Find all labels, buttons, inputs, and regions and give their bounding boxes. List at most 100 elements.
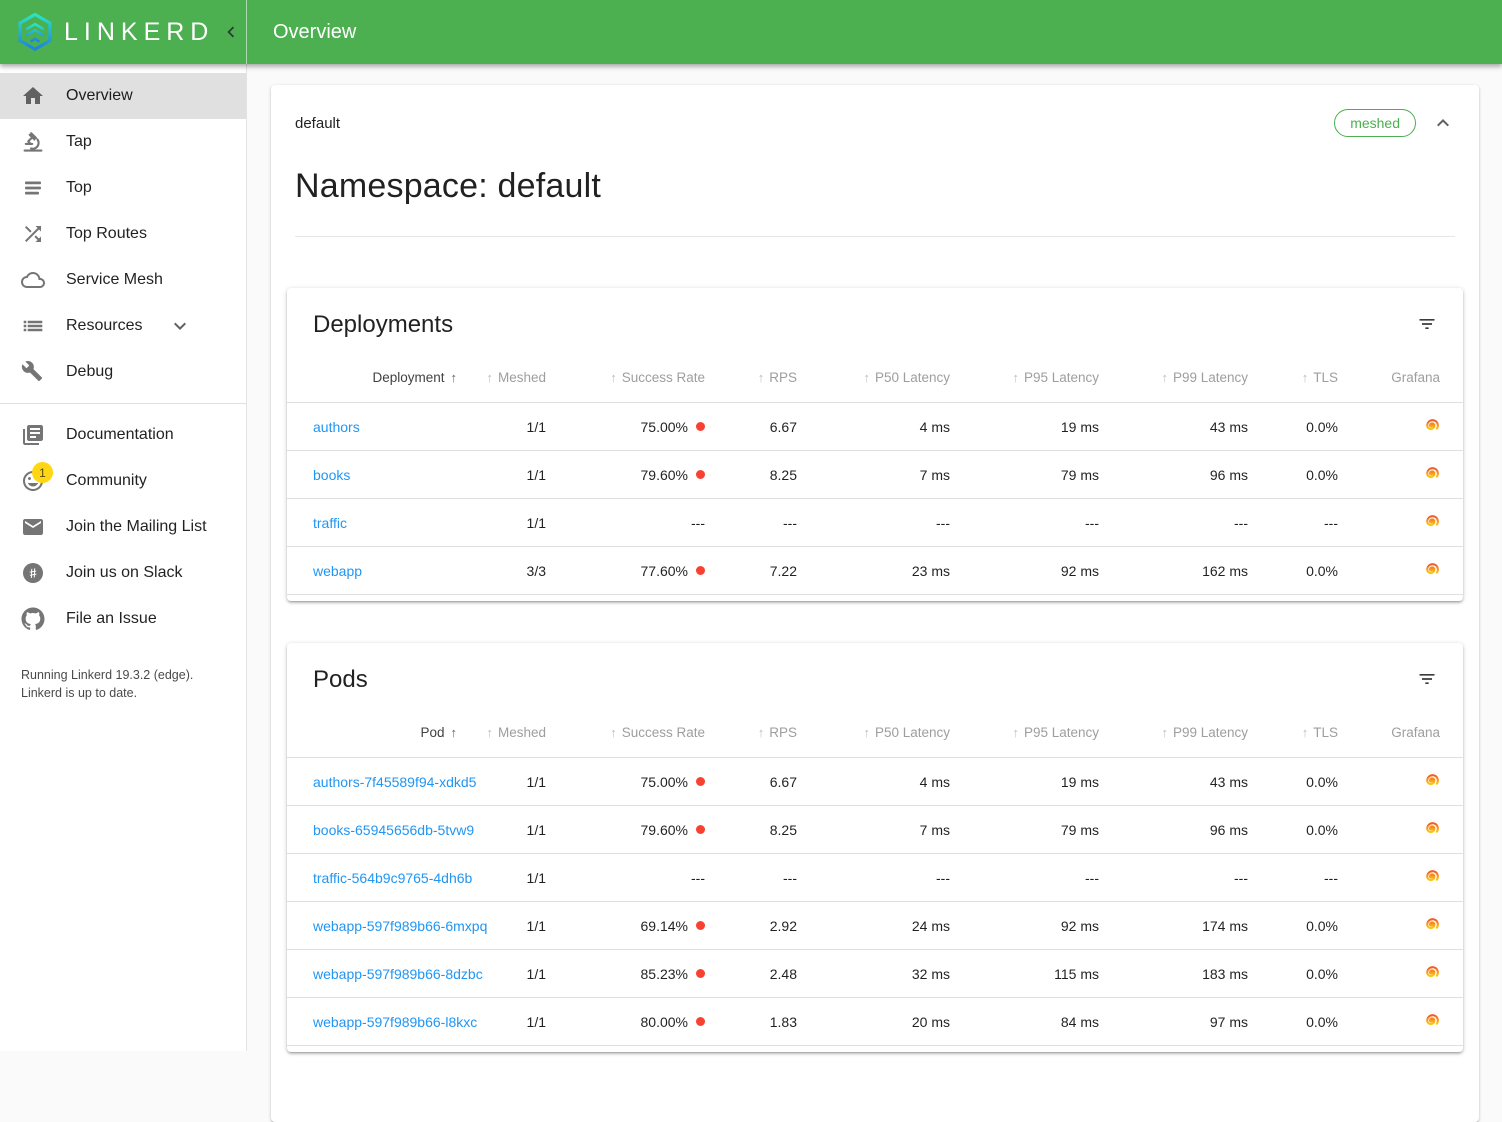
pods-card: Pods ↑Pod↑ — [287, 643, 1463, 1052]
sidebar-item-top-routes[interactable]: Top Routes — [0, 211, 246, 257]
meshed-cell: 1/1 — [457, 499, 546, 547]
filter-icon[interactable] — [1417, 669, 1437, 689]
column-header[interactable]: ↑RPS↑ — [705, 705, 797, 758]
resource-link[interactable]: webapp — [313, 563, 362, 579]
column-header[interactable]: ↑Deployment↑ — [287, 350, 457, 403]
sort-arrow-icon: ↑ — [863, 370, 870, 385]
sort-arrow-icon: ↑ — [758, 725, 765, 740]
table-row: webapp-597f989b66-l8kxc 1/1 80.00% 1.83 … — [287, 998, 1463, 1046]
column-header[interactable]: ↑Meshed↑ — [457, 350, 546, 403]
grafana-icon[interactable] — [1423, 1012, 1440, 1029]
breadcrumb: default — [295, 115, 340, 132]
sidebar-item-file-issue[interactable]: File an Issue — [0, 596, 246, 642]
grafana-icon[interactable] — [1423, 916, 1440, 933]
p50-cell: 7 ms — [797, 806, 950, 854]
column-header[interactable]: ↑TLS↑ — [1248, 350, 1338, 403]
version-line: Running Linkerd 19.3.2 (edge). — [21, 666, 230, 684]
slack-icon: # — [21, 561, 45, 585]
grafana-icon[interactable] — [1423, 465, 1440, 482]
resource-link[interactable]: authors — [313, 419, 360, 435]
cloud-icon — [21, 268, 45, 292]
sidebar-divider — [0, 403, 246, 404]
sidebar-item-service-mesh[interactable]: Service Mesh — [0, 257, 246, 303]
stream-icon — [21, 176, 45, 200]
deployments-card: Deployments ↑Deployment↑ — [287, 288, 1463, 601]
column-header[interactable]: ↑Success Rate↑ — [546, 350, 705, 403]
wrench-icon — [21, 360, 45, 384]
column-header[interactable]: ↑P95 Latency↑ — [950, 705, 1099, 758]
grafana-icon[interactable] — [1423, 964, 1440, 981]
tls-cell: 0.0% — [1248, 998, 1338, 1046]
resource-link[interactable]: books — [313, 467, 350, 483]
column-header[interactable]: ↑P95 Latency↑ — [950, 350, 1099, 403]
p95-cell: 92 ms — [950, 902, 1099, 950]
rps-cell: 6.67 — [705, 758, 797, 806]
column-header[interactable]: ↑Grafana↑ — [1338, 705, 1463, 758]
update-status-line: Linkerd is up to date. — [21, 684, 230, 702]
column-header[interactable]: ↑P99 Latency↑ — [1099, 705, 1248, 758]
grafana-icon[interactable] — [1423, 820, 1440, 837]
sidebar-item-mailing-list[interactable]: Join the Mailing List — [0, 504, 246, 550]
sidebar-item-debug[interactable]: Debug — [0, 349, 246, 395]
table-row: books-65945656db-5tvw9 1/1 79.60% 8.25 7… — [287, 806, 1463, 854]
p50-cell: 24 ms — [797, 902, 950, 950]
grafana-icon[interactable] — [1423, 772, 1440, 789]
sidebar: Overview Tap Top Top Routes Service Mesh — [0, 64, 247, 1051]
sidebar-item-top[interactable]: Top — [0, 165, 246, 211]
sidebar-item-slack[interactable]: # Join us on Slack — [0, 550, 246, 596]
resource-link[interactable]: webapp-597f989b66-8dzbc — [313, 966, 483, 982]
app-bar: LINKERD Overview — [0, 0, 1502, 64]
resource-link[interactable]: books-65945656db-5tvw9 — [313, 822, 474, 838]
microscope-icon — [21, 130, 45, 154]
p95-cell: 19 ms — [950, 758, 1099, 806]
grafana-icon[interactable] — [1423, 417, 1440, 434]
table-row: webapp-597f989b66-6mxpq 1/1 69.14% 2.92 … — [287, 902, 1463, 950]
sidebar-item-resources[interactable]: Resources — [0, 303, 246, 349]
sidebar-item-label: Documentation — [66, 426, 174, 444]
column-header[interactable]: ↑Success Rate↑ — [546, 705, 705, 758]
column-header[interactable]: ↑TLS↑ — [1248, 705, 1338, 758]
status-dot — [696, 470, 705, 479]
resource-link[interactable]: webapp-597f989b66-6mxpq — [313, 918, 487, 934]
table-row: books 1/1 79.60% 8.25 7 ms 79 ms 96 ms 0… — [287, 451, 1463, 499]
grafana-icon[interactable] — [1423, 513, 1440, 530]
sidebar-item-tap[interactable]: Tap — [0, 119, 246, 165]
resource-link[interactable]: authors-7f45589f94-xdkd5 — [313, 774, 476, 790]
status-dot — [696, 566, 705, 575]
sidebar-item-documentation[interactable]: Documentation — [0, 412, 246, 458]
resource-link[interactable]: traffic-564b9c9765-4dh6b — [313, 870, 472, 886]
p50-cell: --- — [797, 854, 950, 902]
column-header[interactable]: ↑Meshed↑ — [457, 705, 546, 758]
sidebar-collapse-icon[interactable] — [220, 21, 242, 43]
sort-arrow-icon: ↑ — [1302, 725, 1309, 740]
linkerd-logo[interactable]: LINKERD — [14, 11, 214, 53]
column-header[interactable]: ↑P50 Latency↑ — [797, 705, 950, 758]
p99-cell: --- — [1099, 854, 1248, 902]
grafana-icon[interactable] — [1423, 868, 1440, 885]
p50-cell: 20 ms — [797, 998, 950, 1046]
resource-link[interactable]: webapp-597f989b66-l8kxc — [313, 1014, 477, 1030]
table-row: authors-7f45589f94-xdkd5 1/1 75.00% 6.67… — [287, 758, 1463, 806]
column-header[interactable]: ↑RPS↑ — [705, 350, 797, 403]
chevron-up-icon[interactable] — [1431, 111, 1455, 135]
tls-cell: 0.0% — [1248, 758, 1338, 806]
column-header[interactable]: ↑P50 Latency↑ — [797, 350, 950, 403]
column-header[interactable]: ↑Grafana↑ — [1338, 350, 1463, 403]
column-header[interactable]: ↑Pod↑ — [287, 705, 457, 758]
p99-cell: 96 ms — [1099, 451, 1248, 499]
grafana-icon[interactable] — [1423, 561, 1440, 578]
library-books-icon — [21, 423, 45, 447]
namespace-card-header: default meshed — [295, 109, 1455, 137]
success-rate-cell: 77.60% — [546, 547, 705, 595]
column-header[interactable]: ↑P99 Latency↑ — [1099, 350, 1248, 403]
sort-arrow-icon: ↑ — [486, 725, 493, 740]
sidebar-item-overview[interactable]: Overview — [0, 73, 246, 119]
main-content: default meshed Namespace: default Deploy… — [247, 64, 1502, 1122]
table-row: traffic 1/1 --- --- --- --- --- --- — [287, 499, 1463, 547]
filter-icon[interactable] — [1417, 314, 1437, 334]
resource-link[interactable]: traffic — [313, 515, 347, 531]
p99-cell: 162 ms — [1099, 547, 1248, 595]
success-rate-cell: --- — [546, 499, 705, 547]
community-badge: 1 — [32, 462, 53, 483]
sidebar-item-community[interactable]: 1 Community — [0, 458, 246, 504]
